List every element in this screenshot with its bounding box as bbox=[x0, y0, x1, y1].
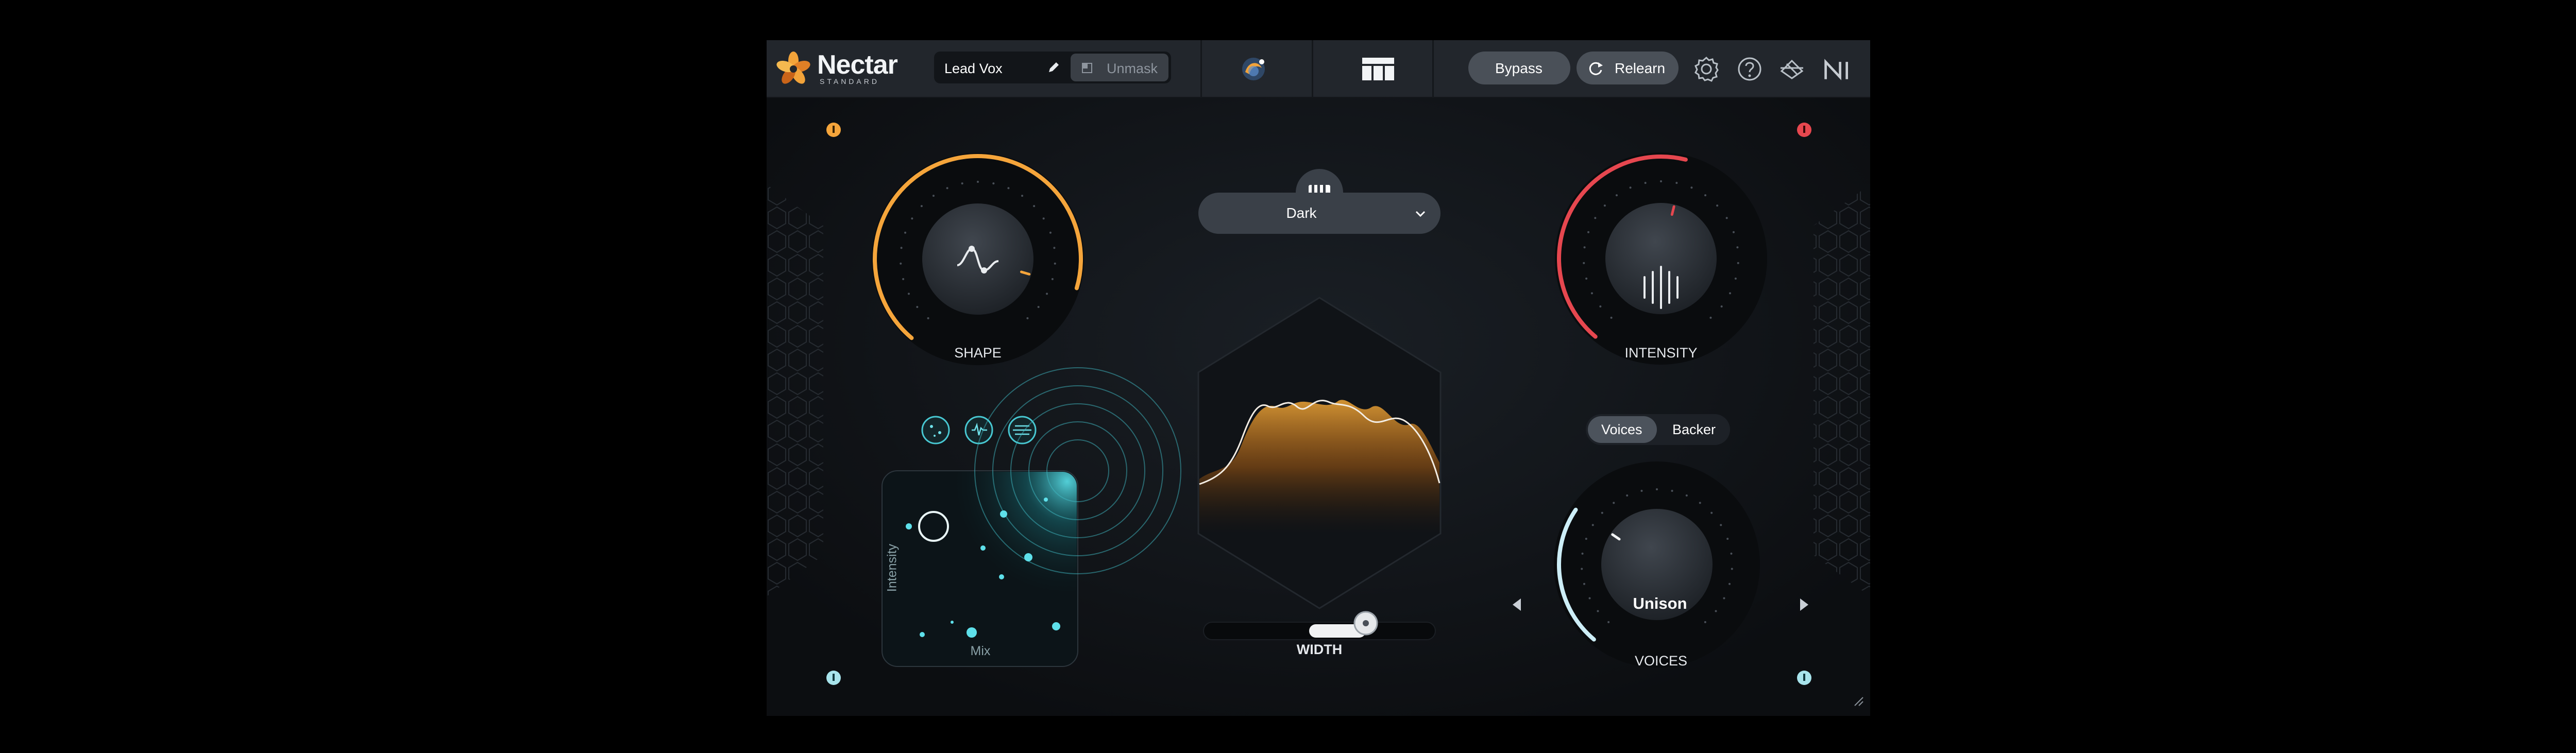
preset-selector[interactable]: Lead Vox Unmask bbox=[934, 52, 1171, 83]
xy-x-label: Mix bbox=[970, 644, 991, 658]
pencil-icon[interactable] bbox=[1045, 59, 1062, 76]
resize-handle-icon[interactable] bbox=[1853, 695, 1865, 708]
unmask-button[interactable]: Unmask bbox=[1071, 54, 1168, 81]
preset-name: Lead Vox bbox=[944, 61, 1003, 76]
brand-name: Nectar bbox=[817, 50, 898, 80]
unmask-label: Unmask bbox=[1107, 61, 1158, 76]
chevron-down-icon bbox=[1415, 211, 1426, 217]
xy-y-label: Intensity bbox=[885, 543, 900, 592]
voices-value: Unison bbox=[1633, 594, 1687, 612]
voices-mode-toggle: Voices Backer bbox=[1586, 414, 1730, 445]
brand-edition: STANDARD bbox=[820, 77, 879, 85]
assistant-orb-icon[interactable] bbox=[1238, 54, 1269, 84]
unmask-icon bbox=[1082, 63, 1092, 73]
intensity-knob[interactable] bbox=[1555, 152, 1767, 365]
voices-label: VOICES bbox=[1634, 653, 1688, 669]
voices-knob[interactable] bbox=[1554, 461, 1760, 668]
bypass-button[interactable]: Bypass bbox=[1468, 52, 1570, 84]
intensity-bypass-indicator[interactable] bbox=[1797, 123, 1811, 137]
modules-grid-icon[interactable] bbox=[1361, 57, 1395, 81]
style-dropdown[interactable]: Dark bbox=[1198, 193, 1440, 234]
relearn-button[interactable]: Relearn bbox=[1577, 52, 1679, 84]
flower-logo-icon bbox=[776, 52, 810, 84]
routing-icon[interactable] bbox=[1777, 54, 1806, 82]
relearn-label: Relearn bbox=[1615, 60, 1666, 76]
ni-logo-icon bbox=[1824, 59, 1848, 80]
bypass-label: Bypass bbox=[1495, 60, 1543, 76]
width-label: WIDTH bbox=[1296, 642, 1343, 657]
voices-bypass-indicator[interactable] bbox=[1797, 671, 1811, 685]
left-hex-pattern bbox=[767, 184, 823, 596]
plugin-canvas bbox=[767, 40, 1870, 716]
nectar-plugin-window: Nectar STANDARD Lead Vox Unmask Bypass R… bbox=[767, 40, 1870, 716]
sparse-icon[interactable] bbox=[921, 416, 950, 444]
wave-icon[interactable] bbox=[1008, 416, 1037, 444]
intensity-label: INTENSITY bbox=[1624, 345, 1698, 361]
gear-icon[interactable] bbox=[1692, 55, 1721, 83]
shape-bypass-indicator[interactable] bbox=[826, 123, 841, 137]
relearn-cycle-icon bbox=[1589, 62, 1603, 75]
xy-bypass-indicator[interactable] bbox=[826, 671, 841, 685]
style-dropdown-value: Dark bbox=[1286, 205, 1317, 221]
right-hex-pattern bbox=[1814, 184, 1870, 596]
header-bar: Nectar STANDARD Lead Vox Unmask Bypass R… bbox=[767, 40, 1870, 98]
help-icon[interactable] bbox=[1735, 55, 1764, 83]
voices-mode-option-backer[interactable]: Backer bbox=[1672, 422, 1716, 438]
shape-label: SHAPE bbox=[954, 345, 1002, 361]
voices-mode-option-voices[interactable]: Voices bbox=[1601, 422, 1642, 438]
